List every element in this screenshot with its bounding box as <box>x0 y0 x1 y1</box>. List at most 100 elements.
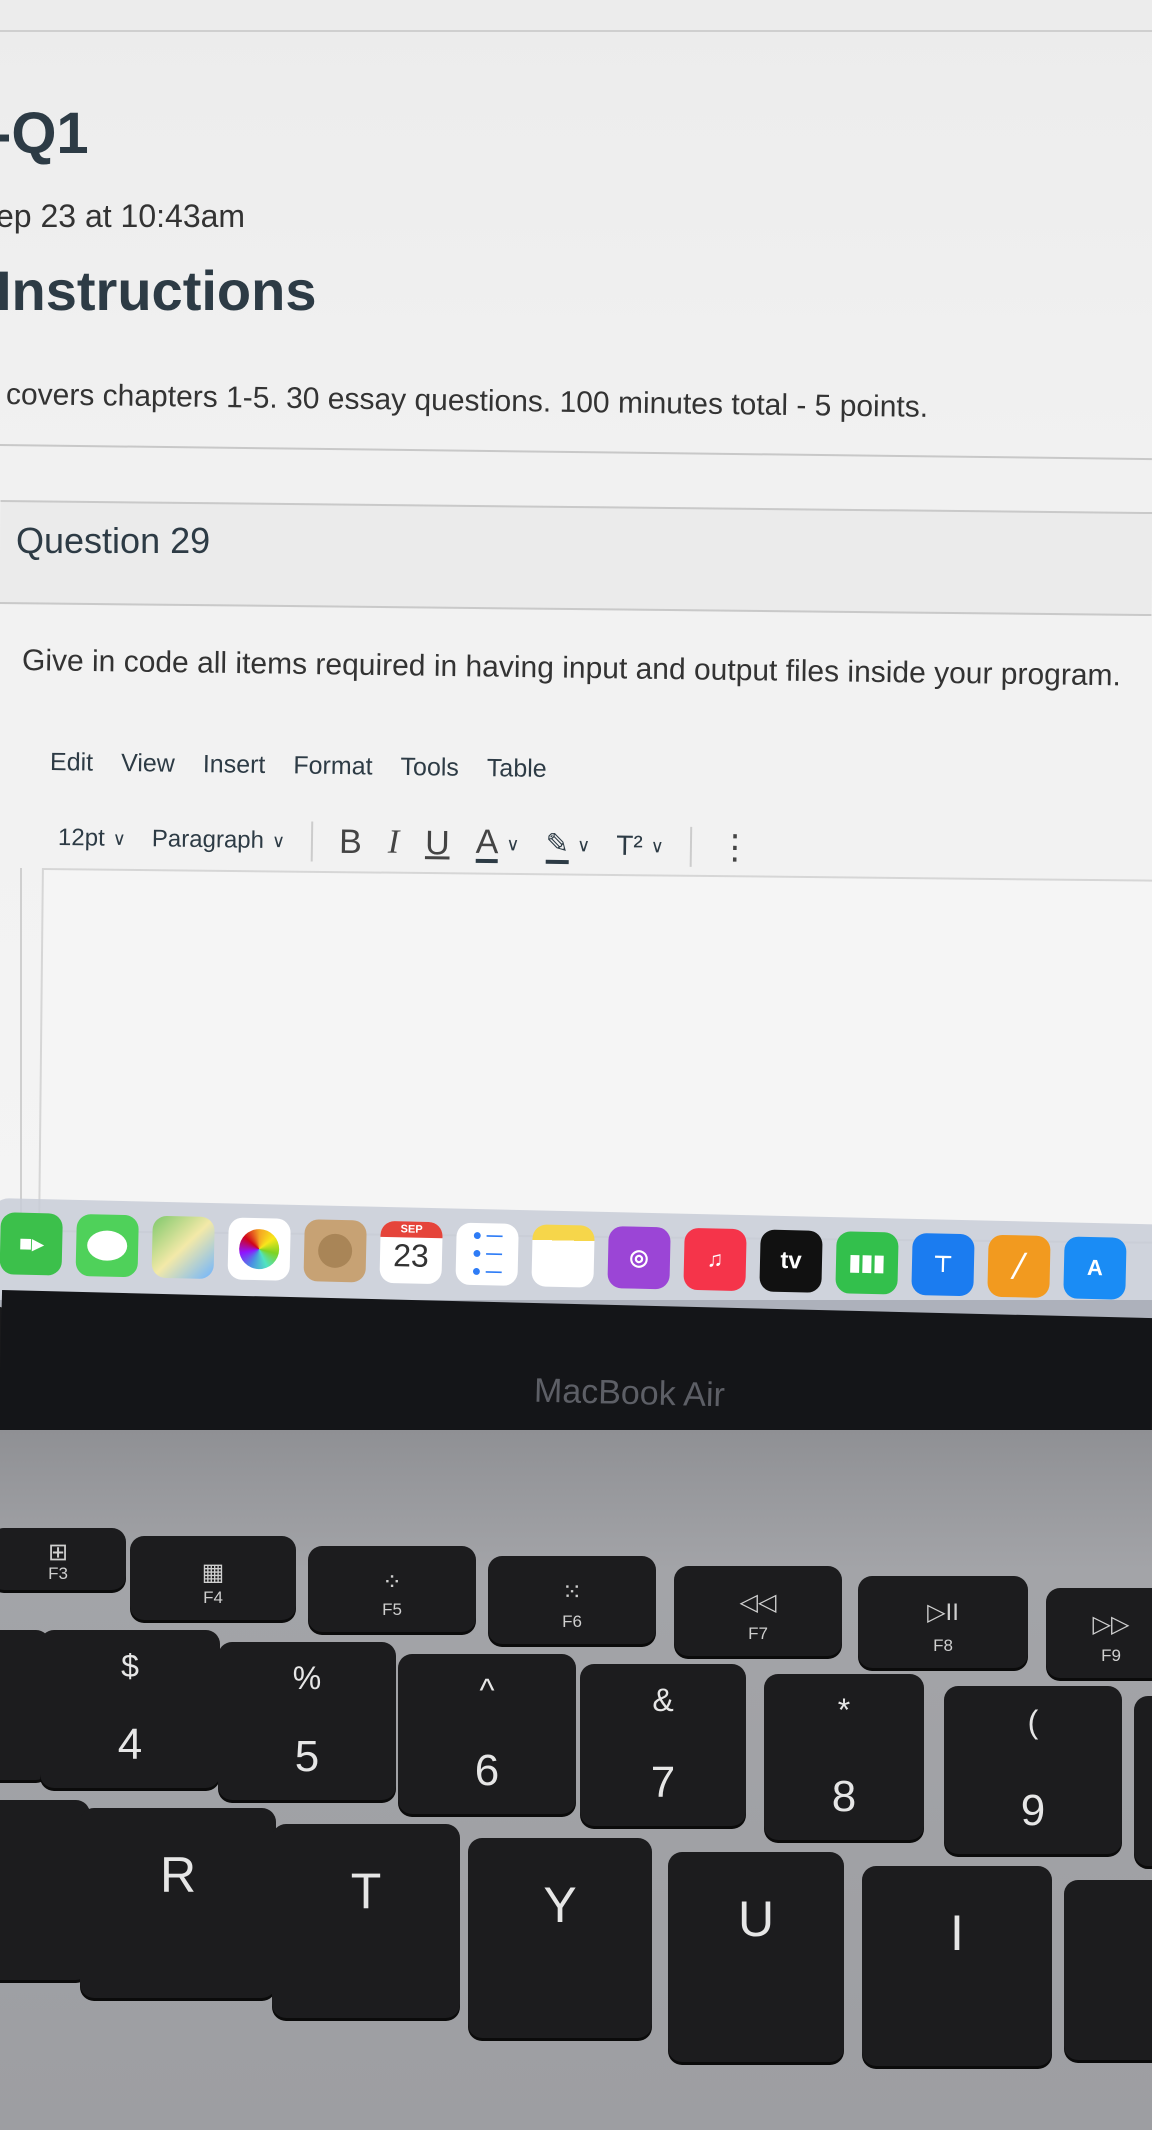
highlighter-icon: ✎ <box>545 826 570 864</box>
key-letter: T <box>350 1863 382 1919</box>
pages-icon[interactable]: ╱ <box>987 1234 1051 1299</box>
key-letter: U <box>737 1891 775 1947</box>
quiz-title: -Q1 <box>0 101 89 166</box>
key-f3[interactable]: ⊞ F3 <box>0 1528 126 1590</box>
chevron-down-icon: ∨ <box>271 830 286 851</box>
key-number: 6 <box>474 1746 500 1795</box>
notes-icon[interactable] <box>531 1224 595 1288</box>
superscript-icon: T² <box>616 829 643 862</box>
question-text: Give in code all items required in havin… <box>21 644 1122 693</box>
key-f8[interactable]: ▷II F8 <box>858 1576 1028 1668</box>
app-store-icon[interactable]: A <box>1063 1236 1127 1300</box>
calendar-icon[interactable]: SEP 23 <box>379 1220 443 1285</box>
key-6[interactable]: ^ 6 <box>398 1654 576 1814</box>
menu-format[interactable]: Format <box>293 751 373 781</box>
keynote-icon[interactable]: ⊤ <box>911 1232 975 1297</box>
key-shift-symbol: & <box>652 1682 674 1718</box>
chevron-down-icon: ∨ <box>112 828 127 849</box>
text-color-button[interactable]: A ∨ <box>475 822 520 864</box>
numbers-icon[interactable]: ▮▮▮ <box>835 1231 899 1295</box>
instructions-heading: Instructions <box>0 259 317 322</box>
key-f6[interactable]: ⁙ F6 <box>488 1556 656 1644</box>
menu-table[interactable]: Table <box>487 754 547 784</box>
calendar-month: SEP <box>380 1220 443 1239</box>
key-number: 5 <box>294 1732 320 1781</box>
music-icon[interactable]: ♫ <box>683 1227 747 1292</box>
key-letter: R <box>159 1847 197 1903</box>
more-options-icon[interactable]: ⋮ <box>718 827 753 867</box>
keyboard-dim-icon: ⁘ <box>381 1569 403 1596</box>
key-shift-symbol: ( <box>1027 1704 1039 1740</box>
podcasts-icon[interactable]: ◎ <box>607 1226 671 1290</box>
key-shift-symbol: % <box>292 1660 322 1696</box>
rewind-icon: ◁◁ <box>739 1589 777 1616</box>
key-r[interactable]: R <box>80 1808 276 1998</box>
key-f5[interactable]: ⁘ F5 <box>308 1546 476 1632</box>
editor-toolbar: 12pt ∨ Paragraph ∨ B I U A ∨ ✎ ∨ T² ∨ ⋮ <box>58 818 752 868</box>
divider <box>0 444 1152 461</box>
key-f4[interactable]: ▦ F4 <box>130 1536 296 1620</box>
tv-label: tv <box>780 1246 803 1275</box>
browser-screen: -Q1 ep 23 at 10:43am Instructions covers… <box>0 0 1152 1300</box>
block-format-select[interactable]: Paragraph ∨ <box>152 825 286 855</box>
key-e[interactable] <box>0 1800 90 1980</box>
menu-view[interactable]: View <box>121 749 175 779</box>
maps-icon[interactable] <box>151 1215 215 1280</box>
key-letter: I <box>950 1905 964 1961</box>
answer-editor[interactable] <box>38 868 1152 1244</box>
key-label: F3 <box>48 1564 68 1583</box>
highlight-button[interactable]: ✎ ∨ <box>545 826 590 864</box>
menu-edit[interactable]: Edit <box>50 748 93 778</box>
calendar-day: 23 <box>392 1237 430 1274</box>
font-size-select[interactable]: 12pt ∨ <box>58 824 126 853</box>
chevron-down-icon: ∨ <box>650 835 664 856</box>
key-5[interactable]: % 5 <box>218 1642 396 1800</box>
key-number: 9 <box>1020 1786 1046 1835</box>
key-number: 4 <box>117 1720 143 1769</box>
messages-icon[interactable] <box>75 1213 139 1278</box>
underline-button[interactable]: U <box>425 824 450 863</box>
key-t[interactable]: T <box>272 1824 460 2018</box>
key-y[interactable]: Y <box>468 1838 652 2038</box>
key-shift-symbol: $ <box>121 1648 139 1684</box>
key-o[interactable] <box>1064 1880 1152 2060</box>
tv-icon[interactable]: tv <box>759 1229 823 1293</box>
top-divider <box>0 30 1152 32</box>
instructions-text: covers chapters 1-5. 30 essay questions.… <box>5 378 929 424</box>
key-label: F6 <box>562 1612 582 1631</box>
quiz-date: ep 23 at 10:43am <box>0 198 246 234</box>
mission-control-icon: ⊞ <box>47 1539 69 1566</box>
block-format-value: Paragraph <box>151 825 265 854</box>
key-4[interactable]: $ 4 <box>40 1630 220 1788</box>
reminders-icon[interactable]: ● — ● — ● — <box>455 1222 519 1286</box>
question-title: Question 29 <box>16 520 211 561</box>
key-number: 8 <box>831 1772 857 1821</box>
photos-icon[interactable] <box>227 1217 291 1281</box>
key-u[interactable]: U <box>668 1852 844 2062</box>
contacts-icon[interactable] <box>303 1219 367 1283</box>
italic-button[interactable]: I <box>388 824 400 862</box>
key-f7[interactable]: ◁◁ F7 <box>674 1566 842 1656</box>
key-label: F7 <box>748 1624 768 1643</box>
key-number: 7 <box>650 1758 676 1807</box>
menu-insert[interactable]: Insert <box>203 750 266 780</box>
key-shift-symbol: ^ <box>479 1672 495 1708</box>
key-7[interactable]: & 7 <box>580 1664 746 1826</box>
toolbar-separator <box>689 826 693 867</box>
play-pause-icon: ▷II <box>927 1599 959 1626</box>
superscript-button[interactable]: T² ∨ <box>616 830 664 863</box>
key-letter: Y <box>543 1877 577 1933</box>
laptop-label: MacBook Air <box>533 1371 726 1415</box>
key-f9[interactable]: ▷▷ F9 <box>1046 1588 1152 1678</box>
key-8[interactable]: * 8 <box>764 1674 924 1840</box>
key-label: F9 <box>1101 1646 1121 1665</box>
content-rail <box>20 868 22 1218</box>
key-0[interactable] <box>1134 1696 1152 1866</box>
key-9[interactable]: ( 9 <box>944 1686 1122 1854</box>
menu-tools[interactable]: Tools <box>400 753 459 783</box>
key-i[interactable]: I <box>862 1866 1052 2066</box>
facetime-icon[interactable]: ■▸ <box>0 1212 63 1276</box>
text-color-icon: A <box>475 822 499 864</box>
fast-forward-icon: ▷▷ <box>1092 1611 1130 1638</box>
bold-button[interactable]: B <box>339 822 362 861</box>
